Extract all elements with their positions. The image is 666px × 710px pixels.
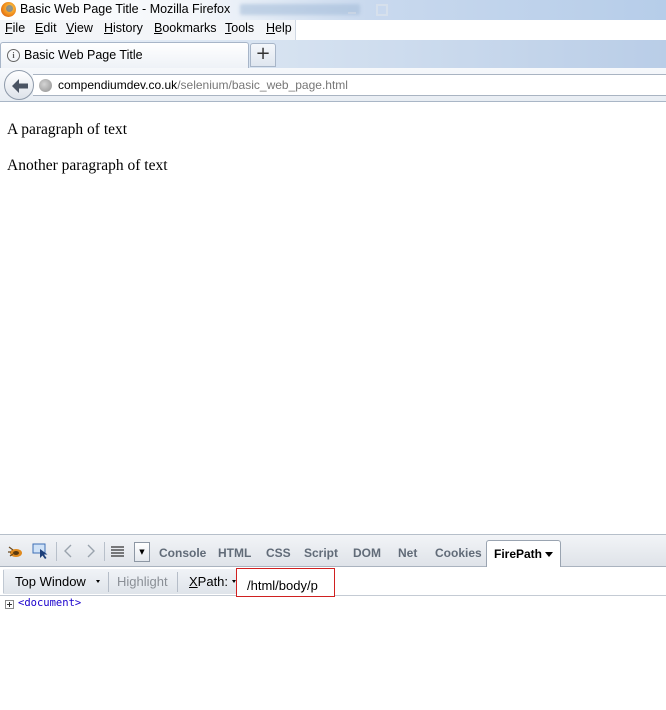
toolbar-separator (177, 572, 178, 592)
firebug-toolbar: ▼ Console HTML CSS Script DOM Net Cookie… (0, 534, 666, 568)
url-bar[interactable]: compendiumdev.co.uk/selenium/basic_web_p… (33, 74, 666, 96)
tab-html[interactable]: HTML (218, 546, 251, 560)
tab-title: Basic Web Page Title (24, 48, 143, 62)
menu-tools[interactable]: Tools (225, 21, 254, 35)
back-arrow-icon (12, 79, 28, 93)
chevron-down-icon[interactable]: ▼ (134, 542, 150, 562)
list-menu-icon[interactable] (109, 543, 127, 559)
tab-dom[interactable]: DOM (353, 546, 381, 560)
tab-firepath[interactable]: FirePath (486, 540, 561, 568)
globe-icon (39, 79, 52, 92)
tree-node-document[interactable]: <document> (18, 597, 81, 609)
dom-tree-panel: <document> (0, 597, 666, 710)
menu-file[interactable]: File (5, 21, 25, 35)
chevron-right-icon[interactable] (82, 543, 100, 559)
toolbar-separator (56, 542, 57, 561)
window-title: Basic Web Page Title - Mozilla Firefox (20, 2, 231, 16)
window-titlebar[interactable]: Basic Web Page Title - Mozilla Firefox (0, 0, 666, 20)
page-content: A paragraph of text Another paragraph of… (0, 103, 666, 533)
tab-css[interactable]: CSS (266, 546, 291, 560)
new-tab-button[interactable]: + (250, 43, 276, 67)
tab-script[interactable]: Script (304, 546, 338, 560)
tab-strip: i Basic Web Page Title + (0, 40, 666, 88)
caret-down-icon (545, 552, 553, 557)
toolbar-separator (104, 542, 105, 561)
paragraph-1: A paragraph of text (7, 121, 128, 138)
url-domain: compendiumdev.co.uk (58, 78, 178, 92)
back-button[interactable] (4, 70, 34, 100)
chevron-left-icon[interactable] (60, 543, 78, 559)
menu-history[interactable]: History (104, 21, 143, 35)
tab-basic-web-page[interactable]: i Basic Web Page Title (0, 42, 249, 68)
page-info-icon: i (7, 49, 20, 62)
url-text[interactable]: compendiumdev.co.uk/selenium/basic_web_p… (58, 78, 348, 92)
caret-down-icon (96, 580, 100, 583)
url-path: /selenium/basic_web_page.html (177, 78, 348, 92)
paragraph-2: Another paragraph of text (7, 157, 168, 174)
tab-firepath-label: FirePath (494, 547, 543, 561)
firefox-logo-icon (1, 2, 16, 17)
tab-cookies[interactable]: Cookies (435, 546, 482, 560)
tab-console[interactable]: Console (159, 546, 206, 560)
menu-edit[interactable]: Edit (35, 21, 57, 35)
toolbar-separator (108, 572, 109, 592)
background-window-blur (240, 4, 360, 15)
menu-view[interactable]: View (66, 21, 93, 35)
minimize-icon[interactable] (346, 4, 358, 16)
menu-bookmarks[interactable]: Bookmarks (154, 21, 217, 35)
firebug-icon[interactable] (6, 543, 24, 559)
xpath-type-selector[interactable]: XPath: (189, 574, 228, 589)
inspect-element-icon[interactable] (32, 543, 50, 559)
highlight-button[interactable]: Highlight (117, 574, 168, 589)
expand-plus-icon[interactable] (5, 600, 14, 609)
maximize-icon[interactable] (376, 4, 388, 16)
menu-bar: File Edit View History Bookmarks Tools H… (0, 20, 296, 40)
toolbar-separator (3, 570, 4, 593)
navigation-bar: compendiumdev.co.uk/selenium/basic_web_p… (0, 68, 666, 102)
menu-help[interactable]: Help (266, 21, 292, 35)
frame-selector[interactable]: Top Window (15, 574, 86, 589)
firepath-toolbar: Top Window Highlight XPath: (0, 567, 666, 597)
xpath-input[interactable] (236, 568, 335, 597)
tab-net[interactable]: Net (398, 546, 417, 560)
